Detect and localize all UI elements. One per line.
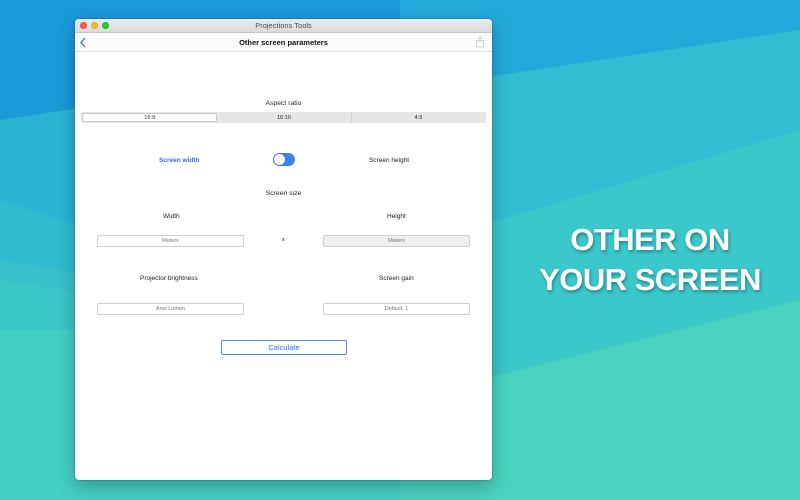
promo-line-2: YOUR SCREEN <box>539 262 761 297</box>
page-title: Other screen parameters <box>239 38 328 47</box>
navigation-bar: Other screen parameters <box>75 33 492 52</box>
window-title: Projections Tools <box>255 21 312 30</box>
width-height-toggle[interactable] <box>273 153 295 166</box>
promo-line-1: OTHER ON <box>570 222 730 257</box>
segment-16-9[interactable]: 16:9 <box>82 113 218 122</box>
app-window: Projections Tools Other screen parameter… <box>75 19 492 480</box>
height-input[interactable] <box>323 235 470 247</box>
screen-width-label[interactable]: Screen width <box>159 157 199 164</box>
share-icon[interactable] <box>475 36 485 48</box>
screen-height-label[interactable]: Screen height <box>369 157 409 164</box>
segment-4-3[interactable]: 4:3 <box>352 113 485 122</box>
calculate-button[interactable]: Calculate <box>221 340 347 355</box>
title-bar: Projections Tools <box>75 19 492 33</box>
aspect-ratio-title: Aspect ratio <box>265 100 302 107</box>
width-label: Width <box>163 213 180 220</box>
form-content: Aspect ratio 16:9 16:10 4:3 Screen width… <box>75 52 492 479</box>
segment-16-10[interactable]: 16:10 <box>217 113 352 122</box>
projector-brightness-label: Projector brightness <box>140 275 198 282</box>
width-input[interactable] <box>97 235 244 247</box>
screen-size-title: Screen size <box>265 190 302 197</box>
size-separator: x <box>282 237 285 243</box>
toggle-knob <box>274 154 285 165</box>
brightness-input[interactable] <box>97 303 244 315</box>
aspect-ratio-selector: 16:9 16:10 4:3 <box>81 112 486 123</box>
height-label: Height <box>387 213 406 220</box>
promo-text: OTHER ON YOUR SCREEN <box>500 220 800 300</box>
screen-gain-label: Screen gain <box>379 275 414 282</box>
gain-input[interactable] <box>323 303 470 315</box>
